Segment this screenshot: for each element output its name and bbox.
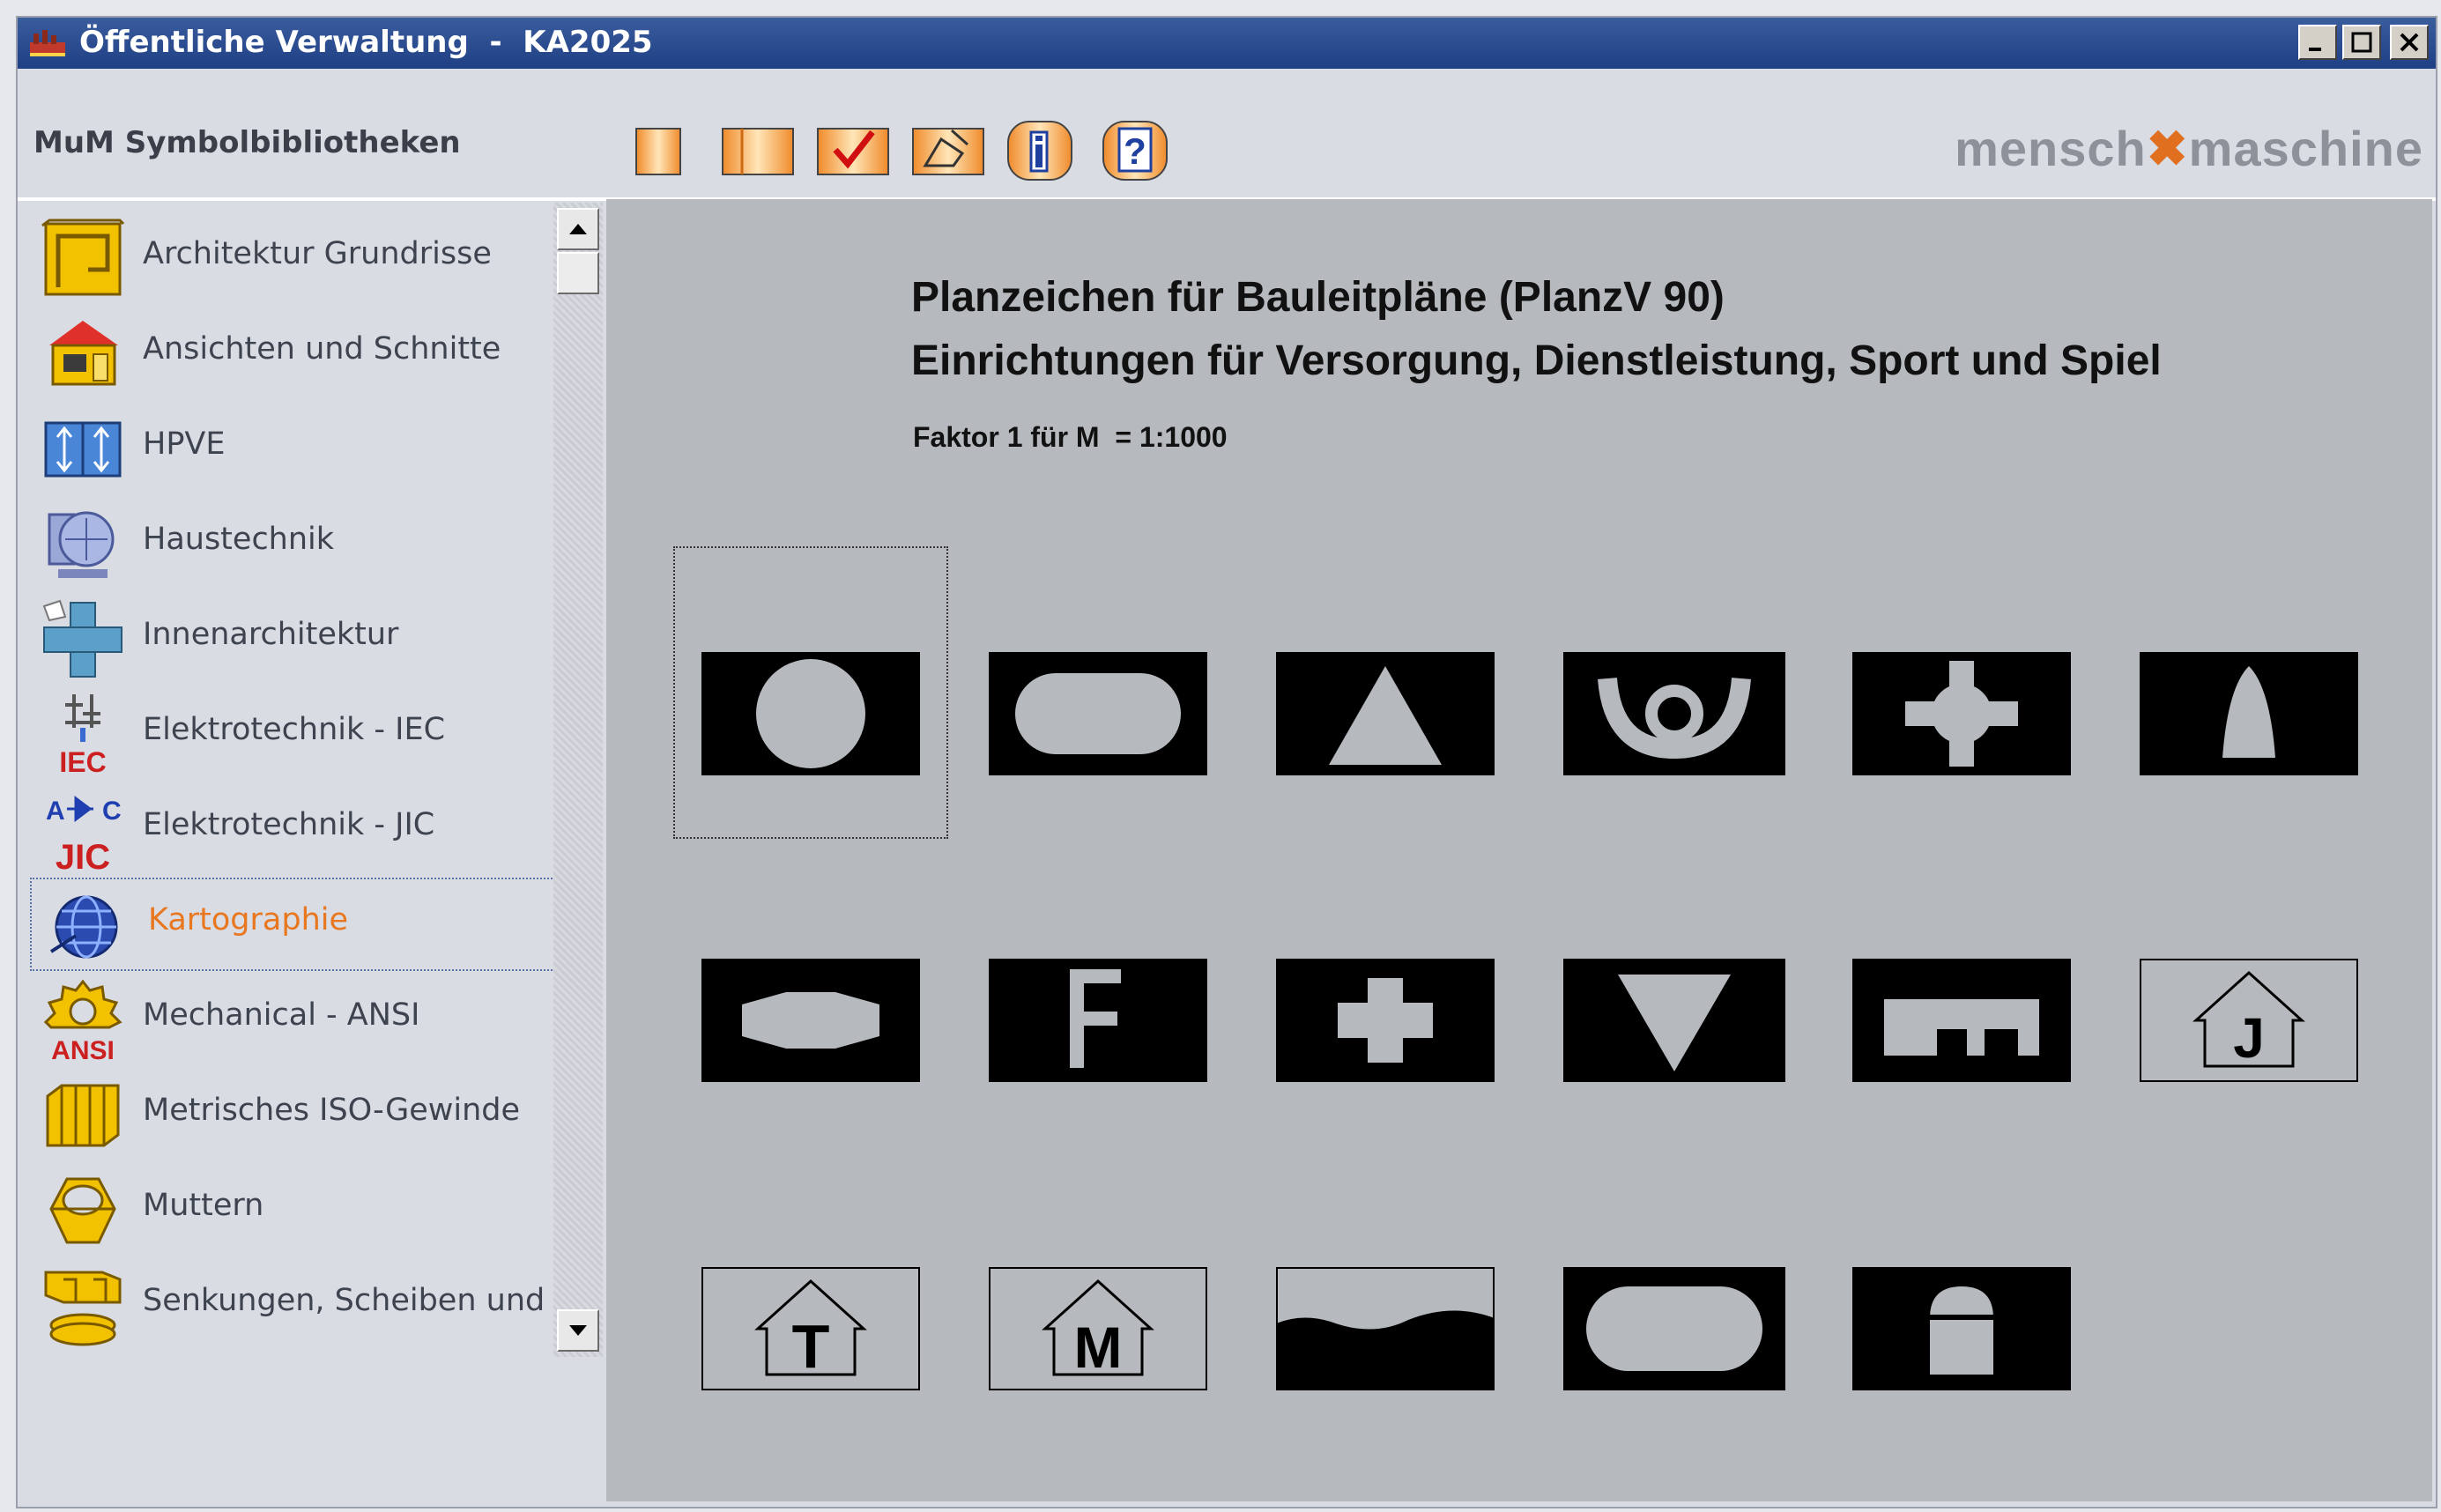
application-window: Öffentliche Verwaltung - KA2025 MuM Symb… (16, 16, 2437, 1508)
sidebar-item-metrisches-iso-gewinde[interactable]: Metrisches ISO-Gewinde (30, 1068, 566, 1161)
house-m-symbol[interactable]: M (989, 1267, 1207, 1390)
floorplan-icon (41, 219, 125, 296)
sidebar-scrollbar[interactable] (553, 203, 603, 1357)
bell-symbol[interactable] (2140, 652, 2358, 775)
sidebar-item-muttern[interactable]: Muttern (30, 1163, 566, 1256)
sidebar-item-mechanical-ansi[interactable]: ANSI Mechanical - ANSI (30, 973, 566, 1066)
maximize-button[interactable] (2342, 25, 2381, 60)
scroll-up-button[interactable] (557, 208, 599, 250)
sidebar-item-ansichten-und-schnitte[interactable]: Ansichten und Schnitte (30, 307, 566, 400)
house-j-letter: J (2233, 1006, 2265, 1070)
arrow-down-icon (569, 1325, 587, 1336)
house-j-symbol[interactable]: J (2140, 959, 2358, 1082)
hpve-icon (44, 421, 122, 478)
close-button[interactable] (2390, 25, 2429, 60)
heading-line-1: Planzeichen für Bauleitpläne (PlanzV 90) (911, 274, 1725, 321)
sidebar-item-elektrotechnik-jic[interactable]: A C JIC Elektrotechnik - JIC (30, 782, 566, 876)
circle-symbol[interactable] (701, 652, 920, 775)
posthorn-symbol[interactable] (1563, 652, 1785, 775)
lock-symbol[interactable] (1852, 1267, 2071, 1390)
cross-symbol[interactable] (1276, 959, 1495, 1082)
help-button[interactable]: ? (1096, 118, 1174, 182)
sidebar-item-elektrotechnik-iec[interactable]: IEC Elektrotechnik - IEC (30, 687, 566, 781)
sidebar-item-haustechnik[interactable]: Haustechnik (30, 497, 566, 590)
letter-f-symbol[interactable] (989, 959, 1207, 1082)
scale-factor-label: Faktor 1 für M = 1:1000 (913, 421, 1228, 453)
sidebar-item-label: Innenarchitektur (143, 617, 399, 652)
two-page-button[interactable] (716, 118, 800, 182)
svg-text:?: ? (1124, 130, 1146, 172)
sidebar-item-label: Architektur Grundrisse (143, 236, 492, 271)
single-page-button[interactable] (627, 118, 691, 182)
comb-symbol[interactable] (1852, 959, 2071, 1082)
mensch-maschine-logo: mensch✖maschine (1955, 120, 2423, 178)
jic-icon: A C JIC (46, 796, 122, 872)
sidebar-item-innenarchitektur[interactable]: Innenarchitektur (30, 592, 566, 686)
sidebar-item-kartographie[interactable]: Kartographie (30, 878, 566, 971)
close-icon (2400, 33, 2419, 52)
logo-right-text: maschine (2188, 121, 2423, 176)
app-icon (30, 30, 65, 56)
jic-badge: JIC (56, 838, 110, 872)
house-t-letter: T (792, 1312, 830, 1381)
interior-icon (42, 599, 122, 678)
scroll-thumb[interactable] (557, 252, 599, 294)
rounded-rect-2-symbol[interactable] (1563, 1267, 1785, 1390)
triangle-symbol[interactable] (1276, 652, 1495, 775)
svg-text:A: A (46, 797, 65, 826)
thread-icon (46, 1084, 120, 1147)
wave-symbol[interactable] (1276, 1267, 1495, 1390)
maximize-icon (2351, 32, 2372, 53)
logo-x-mark: ✖ (2146, 121, 2189, 176)
arrow-up-icon (569, 224, 587, 234)
iec-badge: IEC (59, 746, 106, 777)
diamond-cross-symbol[interactable] (1852, 652, 2071, 775)
rounded-rect-symbol[interactable] (989, 652, 1207, 775)
inverted-triangle-symbol[interactable] (1563, 959, 1785, 1082)
sidebar-item-hpve[interactable]: HPVE (30, 402, 566, 495)
iec-icon: IEC (59, 694, 107, 777)
house-icon (49, 321, 118, 386)
library-sidebar: Architektur Grundrisse Ansichten und Sch… (30, 203, 566, 1383)
logo-left-text: mensch (1955, 121, 2147, 176)
hvac-icon (48, 511, 115, 578)
window-title: Öffentliche Verwaltung - KA2025 (79, 25, 653, 60)
toolbar: MuM Symbolbibliotheken ? mensch✖maschine (18, 69, 2436, 192)
sidebar-item-label: Elektrotechnik - JIC (143, 807, 435, 842)
check-button[interactable] (811, 118, 895, 182)
sidebar-item-architektur-grundrisse[interactable]: Architektur Grundrisse (30, 211, 566, 305)
sidebar-item-senkungen[interactable]: Senkungen, Scheiben und Du (30, 1258, 566, 1352)
sidebar-item-label: Ansichten und Schnitte (143, 331, 501, 367)
minimize-icon (2309, 48, 2321, 51)
scroll-down-button[interactable] (557, 1309, 599, 1352)
sidebar-item-label: Muttern (143, 1188, 264, 1223)
svg-text:C: C (102, 797, 122, 826)
title-bar: Öffentliche Verwaltung - KA2025 (18, 18, 2436, 69)
sidebar-item-label: Elektrotechnik - IEC (143, 712, 446, 747)
library-title: MuM Symbolbibliotheken (33, 125, 461, 160)
ansi-gear-icon: ANSI (43, 979, 122, 1063)
washer-icon (44, 1271, 122, 1346)
sidebar-item-label: Haustechnik (143, 522, 335, 557)
sidebar-item-label: Senkungen, Scheiben und Du (143, 1283, 566, 1318)
house-t-symbol[interactable]: T (701, 1267, 920, 1390)
house-m-letter: M (1074, 1315, 1123, 1380)
symbol-preview-panel: Planzeichen für Bauleitpläne (PlanzV 90)… (606, 199, 2432, 1501)
heading-line-2: Einrichtungen für Versorgung, Dienstleis… (911, 337, 2162, 384)
hexagon-symbol[interactable] (701, 959, 920, 1082)
sidebar-item-label: HPVE (143, 426, 226, 462)
insert-symbol-button[interactable] (906, 118, 990, 182)
sidebar-item-label: Metrisches ISO-Gewinde (143, 1093, 521, 1128)
nut-icon (49, 1177, 116, 1244)
sidebar-item-label: Mechanical - ANSI (143, 997, 420, 1033)
minimize-button[interactable] (2298, 25, 2337, 60)
ansi-badge: ANSI (51, 1036, 115, 1063)
sidebar-item-label: Kartographie (148, 902, 349, 938)
globe-icon (49, 895, 118, 959)
info-button[interactable] (1001, 118, 1079, 182)
